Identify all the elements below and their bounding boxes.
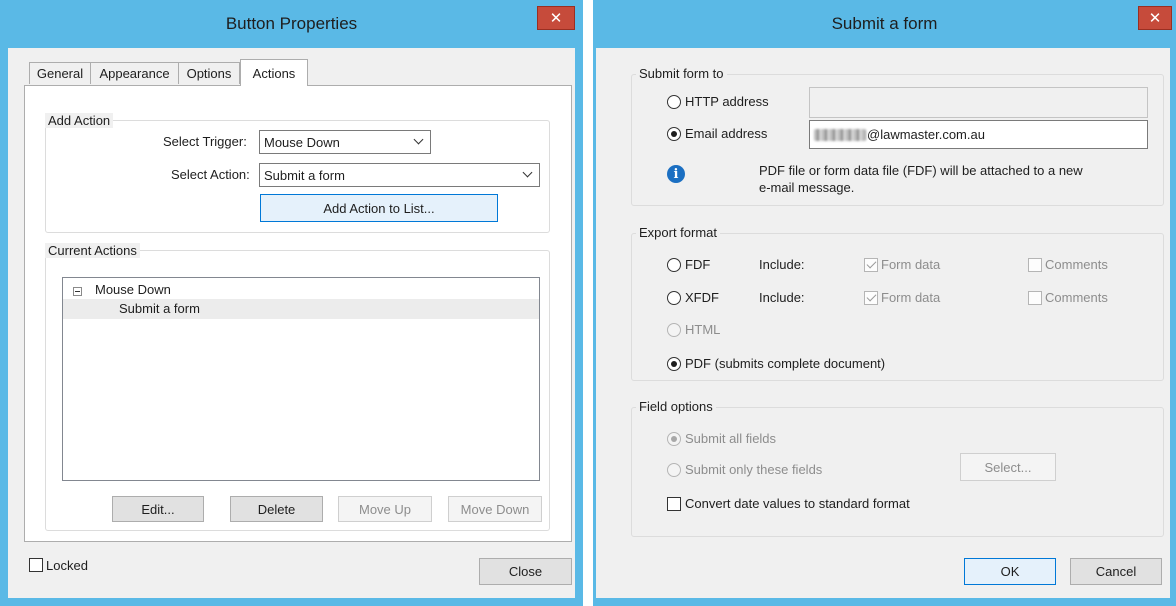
html-label: HTML — [685, 322, 721, 337]
submit-only-fields-label: Submit only these fields — [685, 462, 823, 477]
fdf-form-data-label: Form data — [881, 257, 941, 272]
close-button[interactable]: Close — [479, 558, 572, 585]
email-address-field[interactable]: @lawmaster.com.au — [809, 120, 1148, 149]
select-trigger-value: Mouse Down — [264, 134, 340, 150]
close-window-button[interactable]: ✕ — [537, 6, 575, 30]
tab-actions[interactable]: Actions — [240, 59, 308, 86]
fdf-comments-label: Comments — [1045, 257, 1108, 272]
delete-button[interactable]: Delete — [230, 496, 323, 522]
current-actions-group-label: Current Actions — [45, 243, 140, 258]
actions-tab-panel: Add Action Select Trigger: Mouse Down Se… — [24, 85, 572, 542]
pdf-radio[interactable] — [667, 357, 681, 371]
info-text-line1: PDF file or form data file (FDF) will be… — [759, 163, 1083, 178]
http-address-field[interactable] — [809, 87, 1148, 118]
close-window-button[interactable]: ✕ — [1138, 6, 1172, 30]
fdf-label: FDF — [685, 257, 711, 272]
email-address-label: Email address — [685, 126, 768, 141]
close-icon: ✕ — [549, 10, 563, 27]
title-bar[interactable]: Button Properties ✕ — [0, 0, 583, 48]
field-options-group-label: Field options — [636, 399, 716, 414]
xfdf-label: XFDF — [685, 290, 719, 305]
xfdf-include-label: Include: — [759, 290, 805, 305]
xfdf-radio[interactable] — [667, 291, 681, 305]
locked-checkbox[interactable] — [29, 558, 43, 572]
info-icon: i — [667, 165, 685, 183]
select-action-label: Select Action: — [171, 167, 250, 182]
tree-item-submit-a-form: Submit a form — [119, 301, 200, 316]
cancel-button[interactable]: Cancel — [1070, 558, 1162, 585]
dialog-title: Button Properties — [225, 14, 358, 33]
current-actions-tree[interactable]: Mouse Down Submit a form — [62, 277, 540, 481]
button-properties-dialog: Button Properties ✕ General Appearance O… — [0, 0, 583, 606]
dialog-title: Submit a form — [831, 14, 938, 33]
dialog-client-area: General Appearance Options Actions Add A… — [8, 48, 575, 598]
convert-dates-checkbox[interactable] — [667, 497, 681, 511]
http-address-radio[interactable] — [667, 95, 681, 109]
fdf-include-label: Include: — [759, 257, 805, 272]
move-up-button[interactable]: Move Up — [338, 496, 432, 522]
collapse-icon[interactable] — [73, 287, 82, 296]
title-bar[interactable]: Submit a form ✕ — [593, 0, 1176, 48]
xfdf-comments-checkbox[interactable] — [1028, 291, 1042, 305]
tab-appearance[interactable]: Appearance — [90, 62, 179, 84]
select-action-value: Submit a form — [264, 167, 345, 183]
submit-only-fields-radio[interactable] — [667, 463, 681, 477]
xfdf-comments-label: Comments — [1045, 290, 1108, 305]
chevron-down-icon — [412, 134, 424, 148]
http-address-label: HTTP address — [685, 94, 769, 109]
select-trigger-label: Select Trigger: — [163, 134, 247, 149]
tab-options[interactable]: Options — [178, 62, 240, 84]
email-address-radio[interactable] — [667, 127, 681, 141]
chevron-down-icon — [521, 167, 533, 181]
close-icon: ✕ — [1148, 10, 1162, 27]
select-trigger-dropdown[interactable]: Mouse Down — [259, 130, 431, 154]
info-text-line2: e-mail message. — [759, 180, 855, 195]
move-down-button[interactable]: Move Down — [448, 496, 542, 522]
add-action-to-list-button[interactable]: Add Action to List... — [260, 194, 498, 222]
redacted-text — [814, 128, 866, 141]
fdf-radio[interactable] — [667, 258, 681, 272]
fdf-form-data-checkbox[interactable] — [864, 258, 878, 272]
locked-label: Locked — [46, 558, 88, 573]
dialog-client-area: Submit form to HTTP address Email addres… — [596, 48, 1170, 598]
ok-button[interactable]: OK — [964, 558, 1056, 585]
select-action-dropdown[interactable]: Submit a form — [259, 163, 540, 187]
pdf-label: PDF (submits complete document) — [685, 356, 886, 371]
xfdf-form-data-checkbox[interactable] — [864, 291, 878, 305]
html-radio[interactable] — [667, 323, 681, 337]
export-format-group-label: Export format — [636, 225, 721, 240]
edit-button[interactable]: Edit... — [112, 496, 204, 522]
submit-form-dialog: Submit a form ✕ Submit form to HTTP addr… — [593, 0, 1176, 606]
tab-general[interactable]: General — [29, 62, 91, 84]
submit-all-fields-label: Submit all fields — [685, 431, 777, 446]
xfdf-form-data-label: Form data — [881, 290, 941, 305]
submit-all-fields-radio[interactable] — [667, 432, 681, 446]
convert-dates-label: Convert date values to standard format — [685, 496, 910, 511]
email-address-value: @lawmaster.com.au — [867, 127, 985, 142]
submit-form-to-group-label: Submit form to — [636, 66, 727, 81]
select-fields-button[interactable]: Select... — [960, 453, 1056, 481]
fdf-comments-checkbox[interactable] — [1028, 258, 1042, 272]
tree-item-submit-a-form-row[interactable]: Submit a form — [63, 299, 539, 319]
tree-item-mouse-down[interactable]: Mouse Down — [95, 282, 171, 297]
add-action-group-label: Add Action — [45, 113, 114, 128]
